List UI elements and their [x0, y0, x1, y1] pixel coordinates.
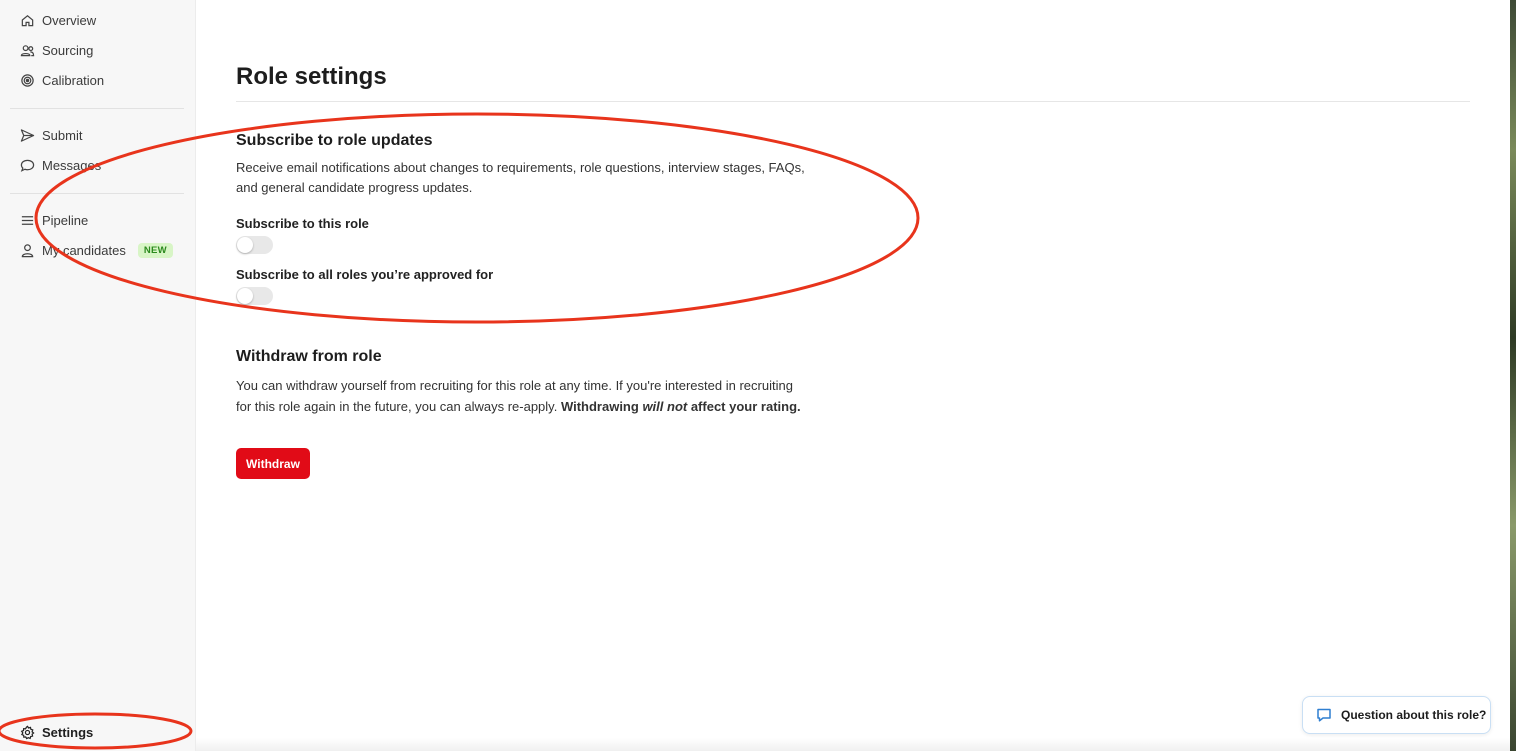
withdraw-description: You can withdraw yourself from recruitin… — [236, 375, 811, 417]
withdraw-emphasis: Withdrawing will not affect your rating. — [561, 399, 801, 414]
question-button-label: Question about this role? — [1341, 708, 1487, 722]
sidebar-item-label: Sourcing — [42, 42, 94, 58]
withdraw-bold-text: Withdrawing — [560, 399, 643, 414]
toggle-knob — [237, 237, 253, 253]
sidebar: Overview Sourcing Calibration Submit Mes… — [0, 0, 196, 751]
withdraw-button[interactable]: Withdraw — [236, 448, 310, 479]
subscribe-all-roles-label: Subscribe to all roles you’re approved f… — [236, 267, 494, 282]
sidebar-item-label: Pipeline — [42, 212, 89, 228]
send-icon — [19, 127, 35, 143]
sidebar-item-my-candidates[interactable]: My candidates NEW — [0, 237, 196, 263]
subscribe-role-label: Subscribe to this role — [236, 216, 369, 231]
toggle-knob — [237, 288, 253, 304]
comment-icon — [1315, 706, 1333, 724]
sidebar-item-sourcing[interactable]: Sourcing — [0, 37, 196, 63]
gear-icon — [19, 724, 35, 740]
list-icon — [19, 212, 35, 228]
sidebar-item-label: Calibration — [42, 72, 105, 88]
home-icon — [19, 12, 35, 28]
people-icon — [19, 42, 35, 58]
sidebar-item-pipeline[interactable]: Pipeline — [0, 207, 196, 233]
sidebar-item-label: Submit — [42, 127, 83, 143]
target-icon — [19, 72, 35, 88]
subscribe-heading: Subscribe to role updates — [236, 132, 433, 149]
question-about-role-button[interactable]: Question about this role? — [1302, 696, 1491, 734]
sidebar-item-submit[interactable]: Submit — [0, 122, 196, 148]
title-divider — [236, 101, 1470, 102]
bottom-fade — [196, 738, 1510, 751]
sidebar-item-label: Settings — [42, 724, 94, 740]
sidebar-item-messages[interactable]: Messages — [0, 152, 196, 178]
sidebar-divider — [10, 108, 184, 109]
sidebar-item-settings[interactable]: Settings — [0, 719, 196, 745]
subscribe-description: Receive email notifications about change… — [236, 160, 805, 195]
sidebar-item-label: My candidates — [42, 242, 126, 258]
new-badge: NEW — [137, 242, 173, 258]
withdraw-bold-text-end: affect your rating. — [687, 399, 801, 414]
sidebar-item-label: Overview — [42, 12, 97, 28]
sidebar-item-calibration[interactable]: Calibration — [0, 67, 196, 93]
user-icon — [19, 242, 35, 258]
chat-bubble-icon — [19, 157, 35, 173]
subscribe-all-roles-toggle[interactable] — [236, 287, 273, 305]
desktop-background-edge — [1510, 0, 1516, 751]
page-title: Role settings — [236, 63, 387, 90]
sidebar-item-overview[interactable]: Overview — [0, 7, 196, 33]
withdraw-bold-italic-text: will not — [642, 399, 688, 414]
sidebar-item-label: Messages — [42, 157, 102, 173]
sidebar-divider — [10, 193, 184, 194]
withdraw-heading: Withdraw from role — [236, 348, 382, 365]
subscribe-role-toggle[interactable] — [236, 236, 273, 254]
